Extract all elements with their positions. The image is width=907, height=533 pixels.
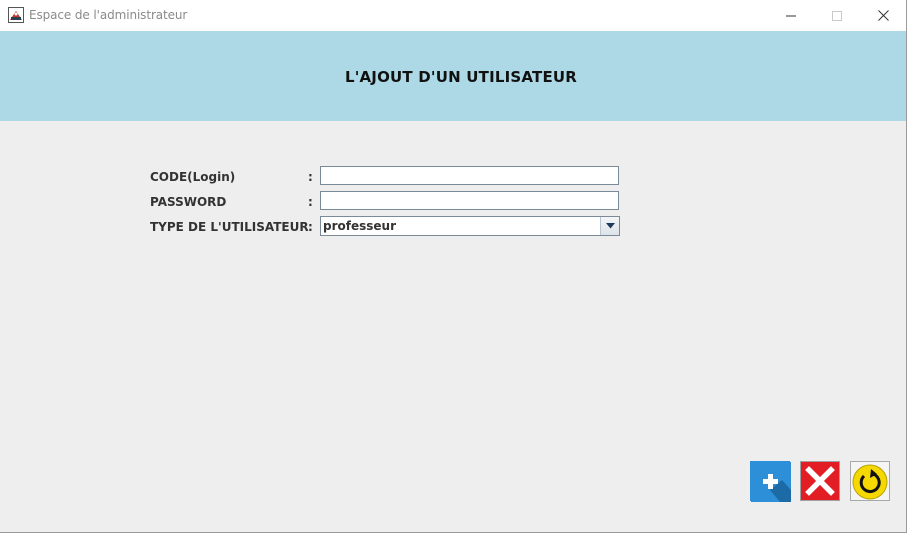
java-app-icon: [8, 7, 24, 23]
admin-window: Espace de l'administrateur L'AJOUT D'UN …: [0, 0, 907, 533]
refresh-icon: [852, 464, 888, 500]
login-separator: :: [308, 170, 313, 184]
password-input[interactable]: [320, 191, 619, 210]
title-bar: Espace de l'administrateur: [0, 0, 906, 31]
minimize-button[interactable]: [768, 0, 814, 31]
login-input[interactable]: [320, 166, 619, 185]
user-type-label: TYPE DE L'UTILISATEUR: [150, 220, 309, 234]
password-label: PASSWORD: [150, 195, 227, 209]
delete-button[interactable]: [800, 461, 840, 501]
plus-icon: [751, 462, 791, 502]
login-label: CODE(Login): [150, 170, 236, 184]
minimize-icon: [786, 15, 796, 16]
maximize-button[interactable]: [814, 0, 860, 31]
user-type-select[interactable]: professeur: [320, 216, 620, 236]
refresh-button[interactable]: [850, 461, 890, 501]
add-user-button[interactable]: [750, 461, 791, 502]
chevron-down-icon: [605, 223, 615, 229]
user-type-selected-value: professeur: [323, 219, 396, 233]
maximize-icon: [832, 10, 842, 21]
window-title: Espace de l'administrateur: [29, 8, 188, 22]
close-window-button[interactable]: [860, 0, 906, 31]
user-type-separator: :: [308, 220, 313, 234]
page-title: L'AJOUT D'UN UTILISATEUR: [344, 68, 578, 86]
x-icon: [801, 462, 839, 500]
password-separator: :: [308, 195, 313, 209]
dropdown-arrow-button[interactable]: [600, 217, 619, 235]
close-icon: [877, 10, 889, 21]
header-banner: L'AJOUT D'UN UTILISATEUR: [0, 31, 906, 121]
